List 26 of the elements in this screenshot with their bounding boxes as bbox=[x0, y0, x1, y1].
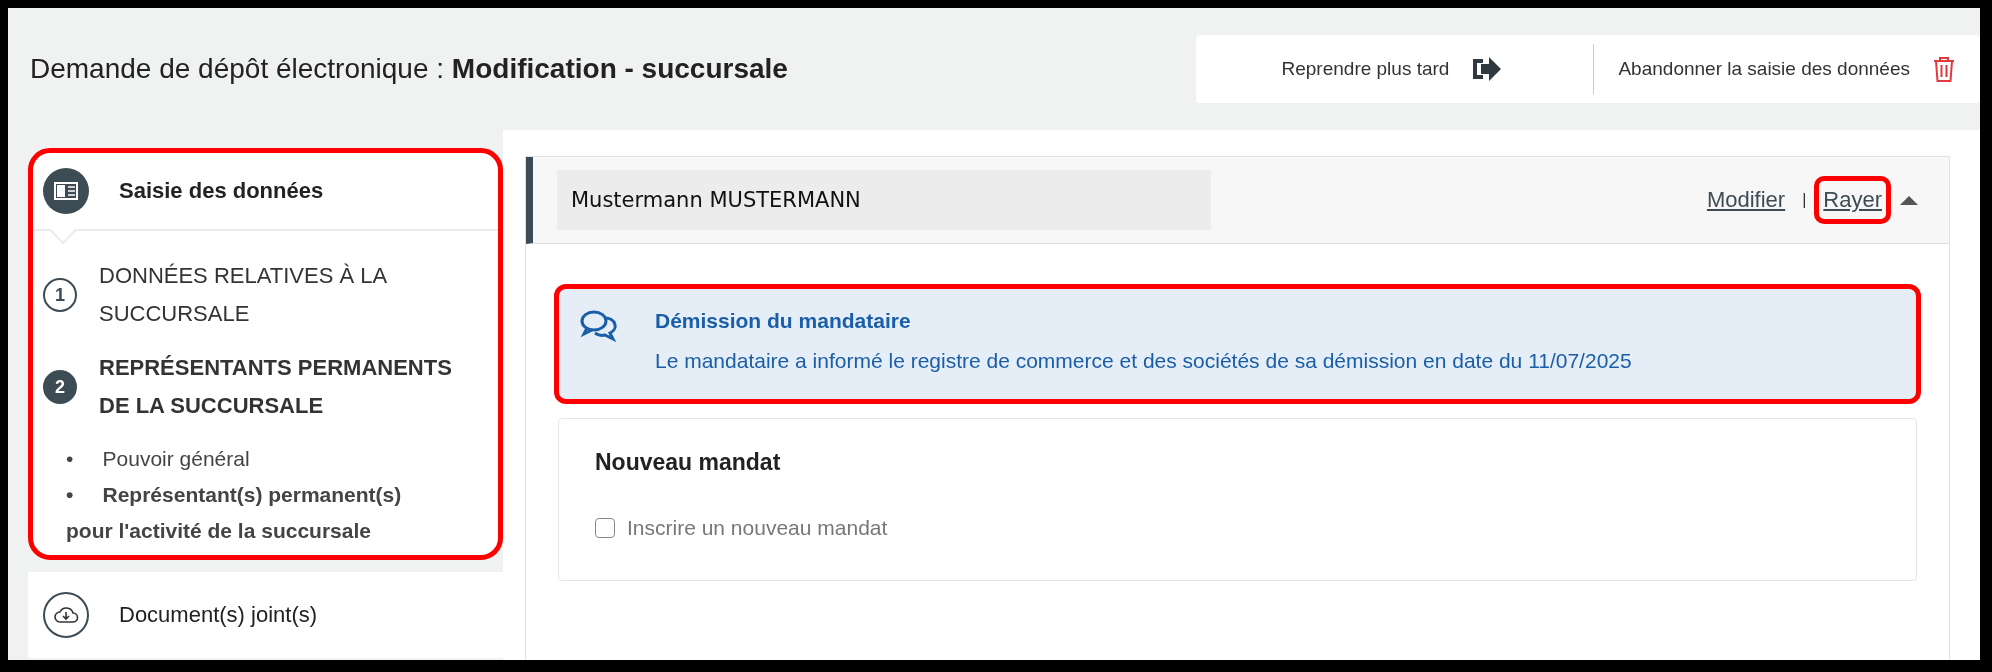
abandon-button[interactable]: Abandonner la saisie des données bbox=[1608, 55, 1966, 83]
form-icon bbox=[43, 168, 89, 214]
checkbox[interactable] bbox=[595, 518, 615, 538]
cloud-download-icon bbox=[43, 592, 89, 638]
sidebar-item[interactable]: Document(s) joint(s) bbox=[119, 602, 318, 628]
step-link[interactable]: REPRÉSENTANTS PERMANENTS DE LA SUCCURSALE bbox=[99, 349, 488, 425]
checkbox-label: Inscrire un nouveau mandat bbox=[627, 516, 888, 540]
trash-icon bbox=[1932, 55, 1956, 83]
chat-bubbles-icon bbox=[579, 309, 619, 343]
resume-later-button[interactable]: Reprendre plus tard bbox=[1271, 54, 1514, 84]
exit-arrow-icon bbox=[1471, 54, 1504, 84]
page-title: Demande de dépôt électronique : Modification - succursale bbox=[30, 53, 788, 85]
step-number: 2 bbox=[43, 370, 77, 404]
action-link[interactable]: Modifier bbox=[1697, 176, 1795, 224]
notice-title: Démission du mandataire bbox=[655, 309, 912, 333]
step-link[interactable]: DONNÉES RELATIVES À LA SUCCURSALE bbox=[99, 257, 488, 333]
sub-step-link[interactable]: • Pouvoir général bbox=[43, 441, 488, 477]
sidebar-item[interactable]: Saisie des données bbox=[119, 178, 324, 204]
collapse-caret-icon[interactable] bbox=[1899, 194, 1919, 206]
step-number: 1 bbox=[43, 278, 77, 312]
name-field: Mustermann MUSTERMANN bbox=[557, 170, 1211, 230]
notice-message: Le mandataire a informé le registre de commerce et des sociétés de sa démission en date du 11/07/2025 bbox=[655, 349, 1632, 373]
section-heading: Nouveau mandat bbox=[595, 449, 782, 476]
action-link[interactable]: Rayer bbox=[1814, 176, 1891, 224]
sub-step-link[interactable]: • Représentant(s) permanent(s) pour l'activité de la succursale bbox=[43, 477, 488, 549]
separator: | bbox=[1802, 191, 1807, 209]
